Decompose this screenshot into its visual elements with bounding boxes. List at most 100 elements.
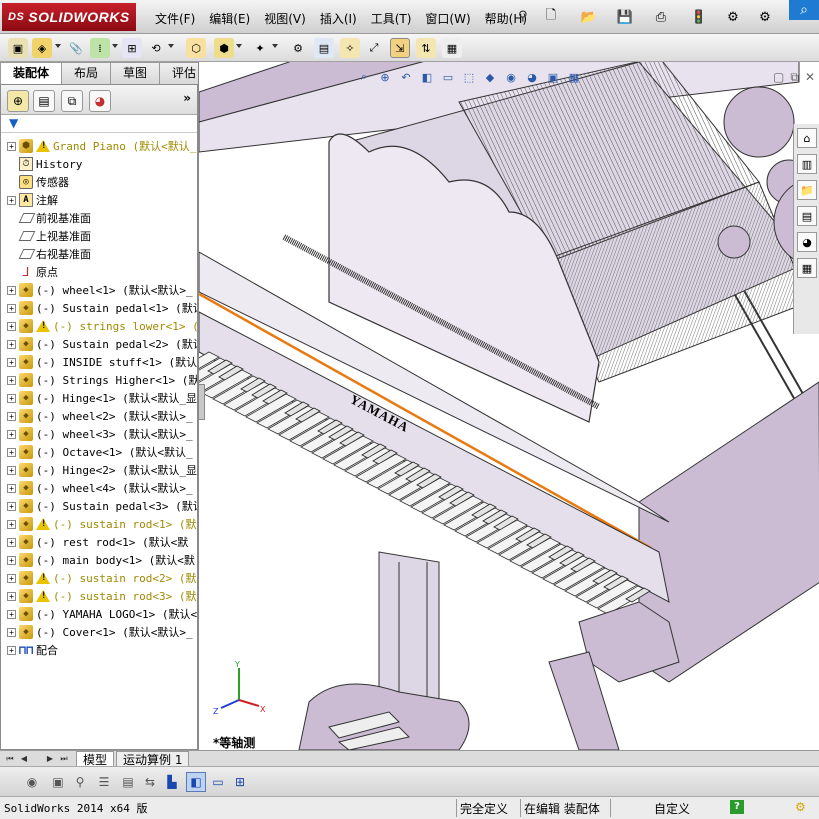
search-corner-icon[interactable]: ⌕	[789, 0, 819, 20]
expand-toggle-icon[interactable]: +	[7, 501, 16, 511]
command-tab[interactable]: 布局	[61, 62, 112, 84]
graphics-viewport[interactable]: YAMAHA ⌕ ⊕ ↶ ◧ ▭ ⬚ ◆ ◉ ◕ ▣ ▦ ▢ ⧉ ✕ ⌂ ▥ 📁…	[198, 62, 819, 750]
dropdown-arrow-icon[interactable]	[236, 44, 242, 48]
expand-toggle-icon[interactable]: +	[7, 411, 16, 421]
tree-item[interactable]: ⅃ 原点	[1, 263, 197, 281]
assembly-features-icon[interactable]: ⬢	[214, 38, 234, 58]
scroll-last-icon[interactable]: ⏭	[58, 754, 70, 764]
command-tab[interactable]: 草图	[110, 62, 161, 84]
command-tab[interactable]: 装配体	[0, 62, 63, 84]
insert-component-icon[interactable]: ▣	[8, 38, 28, 58]
new-part-icon[interactable]: ◈	[32, 38, 52, 58]
previous-view-icon[interactable]: ↶	[397, 68, 415, 86]
chart-view-icon[interactable]: ▙	[162, 772, 182, 792]
expand-toggle-icon[interactable]: +	[7, 357, 16, 367]
tree-item[interactable]: 上视基准面	[1, 227, 197, 245]
expand-toggle-icon[interactable]: +	[7, 393, 16, 403]
display-style-icon[interactable]: ◆	[481, 68, 499, 86]
expand-toggle-icon[interactable]: +	[7, 195, 16, 205]
restore-icon[interactable]: ⧉	[790, 70, 799, 85]
tree-item[interactable]: + ◆ (-) Strings Higher<1> (默	[1, 371, 197, 389]
filter-icon[interactable]: ▼	[9, 116, 18, 130]
tree-item[interactable]: + ◆ (-) Sustain pedal<1> (默认	[1, 299, 197, 317]
reference-geometry-icon[interactable]: ✦	[250, 38, 270, 58]
tree-item[interactable]: +◆ (-) strings lower<1> (默	[1, 317, 197, 335]
tree-item[interactable]: + ◆ (-) INSIDE stuff<1> (默认	[1, 353, 197, 371]
show-hidden-icon[interactable]: ⬡	[186, 38, 206, 58]
solidworks-resources-icon[interactable]: ⌂	[797, 128, 817, 148]
design-library-icon[interactable]: ▥	[797, 154, 817, 174]
bill-of-materials-icon[interactable]: ▤	[314, 38, 334, 58]
tree-item[interactable]: + ◆ (-) main body<1> (默认<默	[1, 551, 197, 569]
expand-toggle-icon[interactable]: +	[7, 285, 16, 295]
expand-toggle-icon[interactable]: +	[7, 537, 16, 547]
wireframe-icon[interactable]: ⚲	[70, 772, 90, 792]
tree-item[interactable]: +◆ (-) sustain rod<1> (默认	[1, 515, 197, 533]
expand-toggle-icon[interactable]: +	[7, 483, 16, 493]
pin-icon[interactable]: ⚲	[518, 9, 534, 25]
section-view-icon[interactable]: ◧	[418, 68, 436, 86]
zoom-to-fit-icon[interactable]: ⌕	[355, 68, 373, 86]
take-snapshot-icon[interactable]: ▦	[442, 38, 462, 58]
tree-item[interactable]: + ◆ (-) wheel<1> (默认<默认>_	[1, 281, 197, 299]
view-orientation-icon[interactable]: ⬚	[460, 68, 478, 86]
expand-toggle-icon[interactable]: +	[7, 555, 16, 565]
instant3d-icon[interactable]: ⇲	[390, 38, 410, 58]
edit-appearance-icon[interactable]: ◕	[523, 68, 541, 86]
expand-toggle-icon[interactable]: +	[7, 447, 16, 457]
dropdown-arrow-icon[interactable]	[272, 44, 278, 48]
table-view-icon[interactable]: ▤	[118, 772, 138, 792]
expand-toggle-icon[interactable]: +	[7, 609, 16, 619]
move-component-icon[interactable]: ⟲	[146, 38, 166, 58]
expand-toggle-icon[interactable]: +	[7, 429, 16, 439]
expand-toggle-icon[interactable]: +	[7, 321, 16, 331]
view-palette-icon[interactable]: ▤	[797, 206, 817, 226]
four-view-icon[interactable]: ⊞	[230, 772, 250, 792]
menu-item[interactable]: 视图(V)	[257, 8, 313, 29]
dropdown-arrow-icon[interactable]	[112, 44, 118, 48]
new-document-icon[interactable]: 🗋	[540, 6, 562, 28]
tree-item[interactable]: + A 注解	[1, 191, 197, 209]
expand-toggle-icon[interactable]: +	[7, 375, 16, 385]
feature-manager-tab-icon[interactable]: ⊕	[7, 90, 29, 112]
expand-toggle-icon[interactable]: +	[7, 591, 16, 601]
list-view-icon[interactable]: ☰	[94, 772, 114, 792]
single-view-icon[interactable]: ◧	[186, 772, 206, 792]
update-speedpak-icon[interactable]: ⇅	[416, 38, 436, 58]
dropdown-arrow-icon[interactable]	[168, 44, 174, 48]
panel-expand-icon[interactable]: »	[183, 91, 191, 105]
help-icon[interactable]: ?	[730, 800, 744, 814]
new-motion-study-icon[interactable]: ⚙	[288, 38, 308, 58]
tree-item[interactable]: + ◆ (-) Octave<1> (默认<默认_	[1, 443, 197, 461]
tree-item[interactable]: +◆ (-) sustain rod<3> (默认	[1, 587, 197, 605]
expand-toggle-icon[interactable]: +	[7, 303, 16, 313]
tile-view-icon[interactable]: ⇆	[140, 772, 160, 792]
tree-item[interactable]: + ◆ (-) wheel<3> (默认<默认>_	[1, 425, 197, 443]
scroll-next-icon[interactable]: ▶	[44, 754, 56, 764]
scroll-prev-icon[interactable]: ◀	[18, 754, 30, 764]
tree-item[interactable]: +◆ (-) sustain rod<2> (默认	[1, 569, 197, 587]
menu-item[interactable]: 工具(T)	[364, 8, 419, 29]
expand-toggle-icon[interactable]: +	[7, 141, 16, 151]
hide-show-items-icon[interactable]: ◉	[502, 68, 520, 86]
rebuild-traffic-light-icon[interactable]: 🚦	[688, 6, 710, 28]
expand-toggle-icon[interactable]: +	[7, 519, 16, 529]
tree-item[interactable]: + ⊓⊓ 配合	[1, 641, 197, 659]
configuration-manager-tab-icon[interactable]: ⧉	[61, 90, 83, 112]
units-custom[interactable]: 自定义	[654, 800, 690, 817]
tree-item[interactable]: 前视基准面	[1, 209, 197, 227]
tree-item[interactable]: + ◆ (-) rest rod<1> (默认<默	[1, 533, 197, 551]
hidden-lines-icon[interactable]: ▣	[48, 772, 68, 792]
dropdown-arrow-icon[interactable]	[55, 44, 61, 48]
expand-toggle-icon[interactable]: +	[7, 339, 16, 349]
two-view-horizontal-icon[interactable]: ▭	[208, 772, 228, 792]
minimize-icon[interactable]: ▢	[773, 70, 784, 85]
scroll-first-icon[interactable]: ⏮	[4, 754, 16, 764]
file-explorer-icon[interactable]: 📁	[797, 180, 817, 200]
mate-icon[interactable]: 📎	[66, 38, 86, 58]
dynamic-annotation-icon[interactable]: ▭	[439, 68, 457, 86]
tree-item[interactable]: + ◆ (-) wheel<4> (默认<默认>_	[1, 479, 197, 497]
options-gear-icon[interactable]: ⚙	[754, 6, 776, 28]
tree-item[interactable]: + ◆ (-) YAMAHA LOGO<1> (默认<	[1, 605, 197, 623]
view-settings-icon[interactable]: ▦	[565, 68, 583, 86]
